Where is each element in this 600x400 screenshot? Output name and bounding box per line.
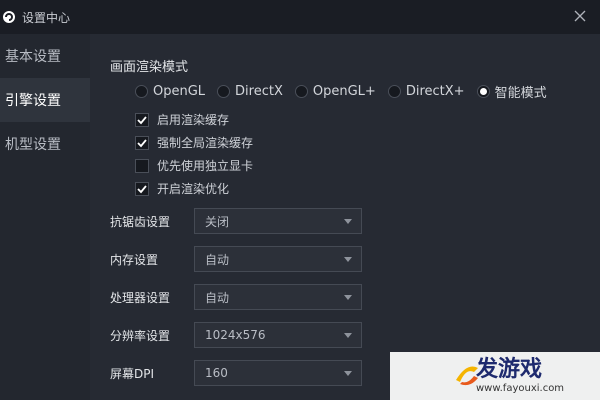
radio-indicator (387, 85, 401, 98)
select-value: 1024x576 (205, 328, 266, 342)
close-icon[interactable] (572, 8, 588, 24)
select-value: 自动 (205, 290, 230, 305)
watermark-url: www.fayouxi.com (476, 383, 565, 394)
memory-select[interactable]: 自动 (194, 246, 362, 272)
sidebar-item-label: 引擎设置 (5, 93, 61, 109)
radio-label: DirectX (235, 84, 283, 99)
radio-indicator (135, 85, 148, 98)
chevron-down-icon (344, 257, 352, 262)
memory-row: 内存设置 自动 (110, 246, 362, 272)
checkbox-label: 开启渲染优化 (157, 182, 230, 196)
checkbox-box (135, 110, 149, 129)
sidebar-item-label: 基本设置 (5, 49, 61, 65)
checkmark-icon (137, 179, 147, 198)
title-bar: 设置中心 (0, 0, 600, 34)
radio-indicator (217, 85, 231, 98)
radio-label: DirectX+ (405, 84, 465, 99)
sidebar: 基本设置 引擎设置 机型设置 (0, 34, 90, 400)
controller-icon (450, 358, 484, 396)
dpi-select[interactable]: 160 (194, 360, 362, 386)
select-value: 自动 (205, 252, 230, 267)
checkbox-box (135, 133, 149, 152)
chevron-down-icon (344, 219, 352, 224)
checkmark-icon (137, 133, 147, 152)
dpi-label: 屏幕DPI (110, 366, 155, 381)
checkbox-box (135, 179, 149, 198)
resolution-row: 分辨率设置 1024x576 (110, 322, 362, 348)
select-value: 关闭 (205, 214, 230, 229)
sidebar-item-basic[interactable]: 基本设置 (0, 34, 90, 78)
radio-smart-mode[interactable]: 智能模式 (476, 82, 547, 101)
watermark: 发游戏 www.fayouxi.com (390, 352, 600, 400)
radio-indicator (476, 85, 490, 98)
checkbox-label: 优先使用独立显卡 (157, 159, 254, 173)
render-mode-radio-group: OpenGL DirectX OpenGL+ DirectX+ 智能模式 (135, 82, 547, 101)
render-mode-title: 画面渲染模式 (110, 60, 189, 75)
checkmark-icon (137, 110, 147, 129)
radio-opengl-plus[interactable]: OpenGL+ (294, 84, 376, 99)
antialias-row: 抗锯齿设置 关闭 (110, 208, 362, 234)
radio-label: OpenGL (153, 84, 206, 99)
sidebar-item-model[interactable]: 机型设置 (0, 122, 90, 166)
chevron-down-icon (344, 295, 352, 300)
radio-label: 智能模式 (494, 86, 547, 101)
sidebar-item-label: 机型设置 (5, 137, 61, 153)
radio-directx[interactable]: DirectX (217, 84, 283, 99)
dpi-row: 屏幕DPI 160 (110, 360, 362, 386)
checkbox-force-global-cache[interactable]: 强制全局渲染缓存 (135, 131, 253, 154)
antialias-label: 抗锯齿设置 (110, 214, 171, 229)
checkbox-render-cache[interactable]: 启用渲染缓存 (135, 108, 253, 131)
processor-row: 处理器设置 自动 (110, 284, 362, 310)
processor-label: 处理器设置 (110, 290, 171, 305)
select-value: 160 (205, 366, 228, 380)
checkbox-label: 启用渲染缓存 (157, 113, 230, 127)
resolution-label: 分辨率设置 (110, 328, 171, 343)
sidebar-item-engine[interactable]: 引擎设置 (0, 78, 90, 122)
render-options-list: 启用渲染缓存 强制全局渲染缓存 优先使用独立显卡 开启渲染优化 (135, 108, 253, 200)
antialias-select[interactable]: 关闭 (194, 208, 362, 234)
checkbox-box (135, 158, 149, 173)
app-logo-icon (2, 10, 16, 24)
radio-indicator (294, 85, 308, 98)
memory-label: 内存设置 (110, 252, 159, 267)
checkbox-label: 强制全局渲染缓存 (157, 136, 254, 150)
radio-directx-plus[interactable]: DirectX+ (387, 84, 465, 99)
radio-label: OpenGL+ (312, 84, 376, 99)
resolution-select[interactable]: 1024x576 (194, 322, 362, 348)
watermark-brand: 发游戏 (476, 357, 543, 382)
processor-select[interactable]: 自动 (194, 284, 362, 310)
checkbox-render-optimize[interactable]: 开启渲染优化 (135, 177, 253, 200)
chevron-down-icon (344, 333, 352, 338)
checkbox-dedicated-gpu[interactable]: 优先使用独立显卡 (135, 154, 253, 177)
window-title: 设置中心 (22, 10, 71, 25)
engine-settings-panel: 画面渲染模式 OpenGL DirectX OpenGL+ DirectX+ 智… (90, 34, 600, 400)
chevron-down-icon (344, 371, 352, 376)
watermark-text: 发游戏 www.fayouxi.com (476, 357, 565, 395)
radio-opengl[interactable]: OpenGL (135, 84, 205, 99)
